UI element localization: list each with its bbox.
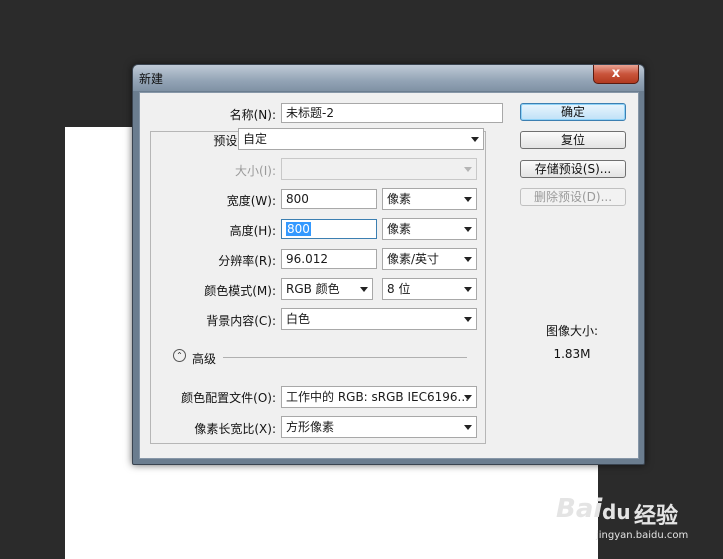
pixel-aspect-label: 像素长宽比(X):	[194, 422, 276, 436]
ok-button[interactable]: 确定	[520, 103, 626, 121]
pixel-aspect-value: 方形像素	[286, 420, 335, 434]
advanced-label[interactable]: 高级	[192, 350, 216, 367]
width-label: 宽度(W):	[226, 194, 276, 208]
width-unit-value: 像素	[387, 192, 412, 206]
height-value-selected: 800	[286, 222, 311, 236]
name-label: 名称(N):	[229, 108, 276, 122]
dialog-title: 新建	[139, 72, 164, 86]
color-mode-dropdown[interactable]: RGB 颜色	[281, 278, 373, 300]
size-label: 大小(I):	[235, 164, 276, 178]
chevron-down-icon	[464, 395, 472, 400]
background-dropdown[interactable]: 白色	[281, 308, 477, 330]
bit-depth-dropdown[interactable]: 8 位	[382, 278, 477, 300]
resolution-unit-dropdown[interactable]: 像素/英寸	[382, 248, 477, 270]
height-label: 高度(H):	[229, 224, 276, 238]
bit-depth-value: 8 位	[387, 282, 411, 296]
watermark-url: jingyan.baidu.com	[596, 530, 689, 541]
baidu-watermark: Bai du 经验 jingyan.baidu.com	[556, 480, 716, 550]
resolution-input[interactable]: 96.012	[281, 249, 377, 269]
height-unit-value: 像素	[387, 222, 412, 236]
reset-button[interactable]: 复位	[520, 131, 626, 149]
background-label: 背景内容(C):	[206, 314, 276, 328]
delete-preset-button[interactable]: 删除预设(D)...	[520, 188, 626, 206]
watermark-brand: Bai	[556, 494, 603, 524]
color-profile-dropdown[interactable]: 工作中的 RGB: sRGB IEC6196...	[281, 386, 477, 408]
chevron-down-icon	[464, 197, 472, 202]
color-mode-value: RGB 颜色	[286, 282, 340, 296]
chevron-down-icon	[464, 287, 472, 292]
size-dropdown[interactable]	[281, 158, 477, 180]
chevron-down-icon	[464, 257, 472, 262]
title-bar[interactable]: 新建 x	[133, 65, 644, 91]
chevron-down-icon	[464, 317, 472, 322]
width-unit-dropdown[interactable]: 像素	[382, 188, 477, 210]
advanced-toggle-icon[interactable]: ⌃	[173, 349, 186, 362]
chevron-down-icon	[464, 227, 472, 232]
advanced-divider	[223, 357, 467, 358]
chevron-down-icon	[464, 167, 472, 172]
watermark-brand-cn: 经验	[634, 504, 679, 529]
close-icon: x	[611, 66, 621, 81]
pixel-aspect-dropdown[interactable]: 方形像素	[281, 416, 477, 438]
close-button[interactable]: x	[593, 65, 639, 84]
watermark-brand-du: du	[602, 500, 631, 524]
chevron-down-icon	[360, 287, 368, 292]
color-mode-label: 颜色模式(M):	[204, 284, 276, 298]
preset-dropdown[interactable]: 自定	[238, 128, 484, 150]
chevron-down-icon	[471, 137, 479, 142]
resolution-label: 分辨率(R):	[218, 254, 276, 268]
image-size-label: 图像大小:	[545, 324, 599, 338]
resolution-unit-value: 像素/英寸	[387, 252, 440, 266]
height-unit-dropdown[interactable]: 像素	[382, 218, 477, 240]
image-size-value: 1.83M	[553, 347, 591, 361]
height-input[interactable]: 800	[281, 219, 377, 239]
background-value: 白色	[286, 312, 311, 326]
save-preset-button[interactable]: 存储预设(S)...	[520, 160, 626, 178]
color-profile-label: 颜色配置文件(O):	[181, 391, 276, 405]
chevron-down-icon	[464, 425, 472, 430]
width-input[interactable]: 800	[281, 189, 377, 209]
preset-value: 自定	[243, 132, 268, 146]
color-profile-value: 工作中的 RGB: sRGB IEC6196...	[286, 390, 469, 404]
name-input[interactable]: 未标题-2	[281, 103, 503, 123]
